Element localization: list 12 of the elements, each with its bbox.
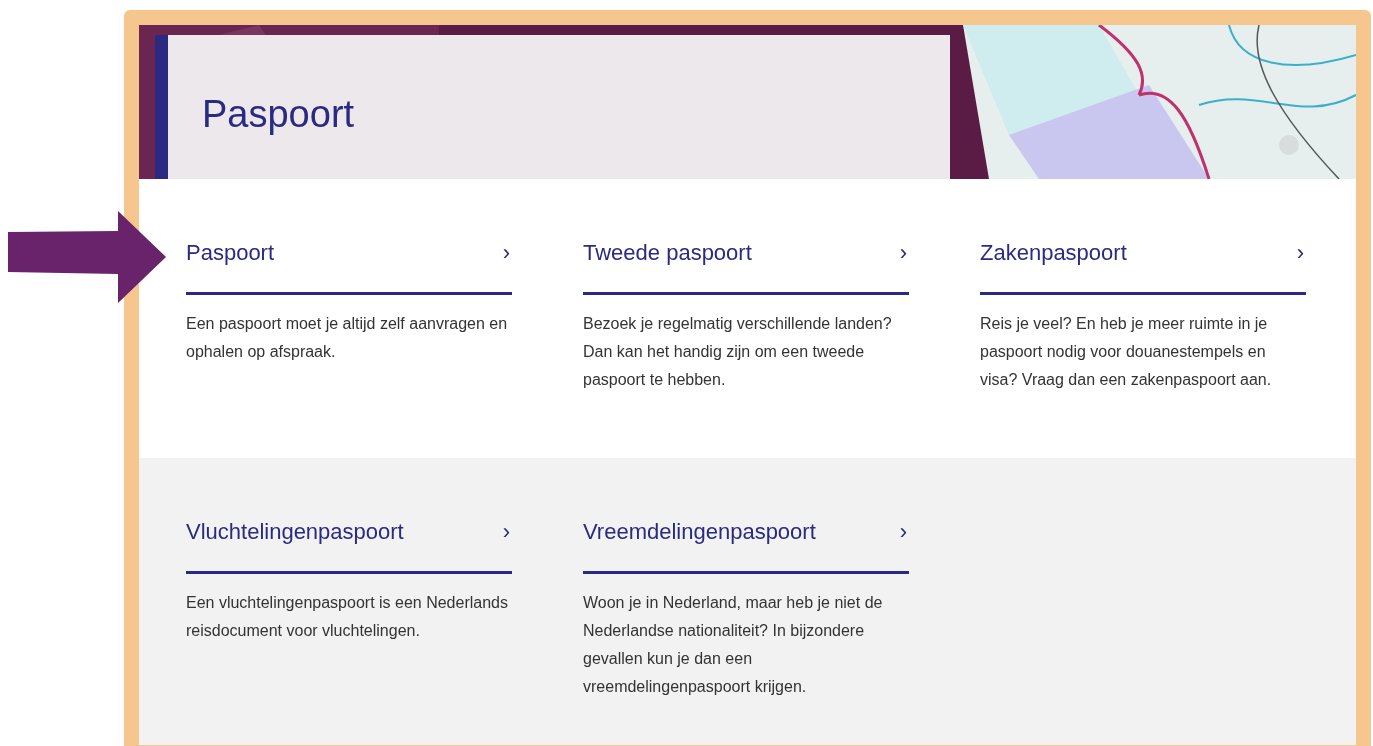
card-description: Een vluchtelingenpaspoort is een Nederlands reisdocument voor vluchtelingen. bbox=[186, 593, 509, 641]
arrow-icon bbox=[8, 211, 166, 303]
card-link[interactable]: Zakenpaspoort › bbox=[980, 235, 1306, 295]
card-description: Woon je in Nederland, maar heb je niet de Nederlandse nationaliteit? In bijzondere gevallen kun je dan een vreemdelingenpaspoort krijgen. bbox=[583, 593, 884, 697]
card-description: Een paspoort moet je altijd zelf aanvragen en ophalen op afspraak. bbox=[186, 314, 509, 362]
card-link[interactable]: Tweede paspoort › bbox=[583, 235, 909, 295]
card-description: Bezoek je regelmatig verschillende landen? Dan kan het handig zijn om een tweede paspoort te hebben. bbox=[583, 314, 893, 390]
card-link[interactable]: Paspoort › bbox=[186, 235, 512, 295]
card-link[interactable]: Vreemdelingenpaspoort › bbox=[583, 514, 909, 574]
card-description: Reis je veel? En heb je meer ruimte in je paspoort nodig voor douanestempels en visa? Vraag dan een zakenpaspoort aan. bbox=[980, 314, 1273, 390]
page-title: Paspoort bbox=[202, 95, 355, 133]
card-link[interactable]: Vluchtelingenpaspoort › bbox=[186, 514, 512, 574]
